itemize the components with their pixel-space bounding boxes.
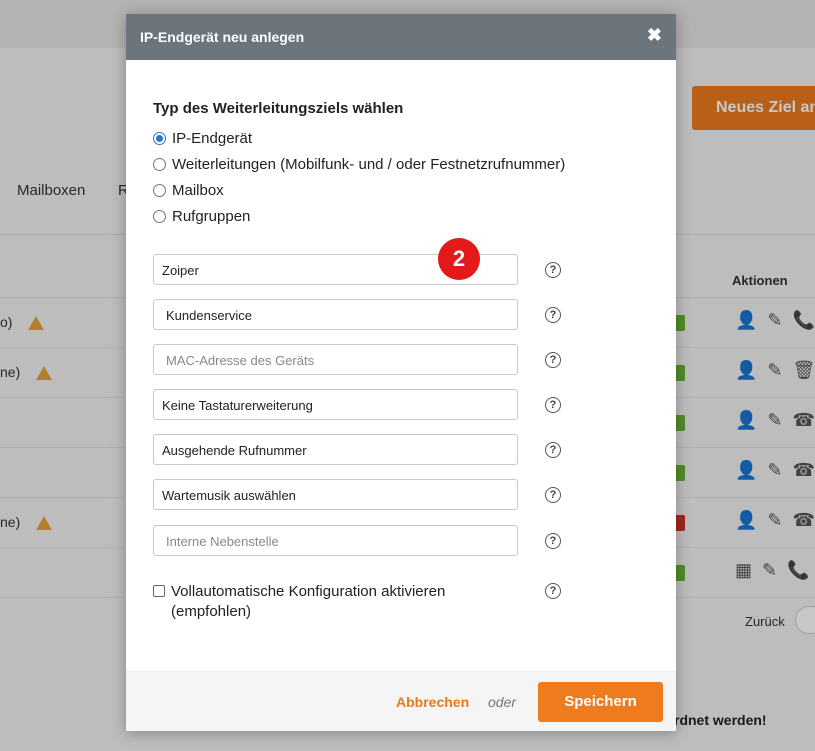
target-type-title: Typ des Weiterleitungsziels wählen <box>153 100 404 117</box>
dialog-title: IP-Endgerät neu anlegen <box>140 29 305 45</box>
radio-mailbox[interactable]: Mailbox <box>153 182 224 199</box>
radio-button[interactable] <box>153 184 166 197</box>
field-placeholder: Interne Nebenstelle <box>166 534 279 549</box>
field-value: Zoiper <box>162 263 199 278</box>
help-icon[interactable]: ? <box>545 307 561 323</box>
hold-music-select[interactable]: Wartemusik auswählen <box>153 479 518 510</box>
auto-config-label: Vollautomatische Konfiguration aktiviere… <box>171 583 446 620</box>
help-icon[interactable]: ? <box>545 442 561 458</box>
field-placeholder: MAC-Adresse des Geräts <box>166 353 315 368</box>
auto-config-checkbox[interactable] <box>153 585 165 597</box>
close-icon[interactable]: ✖ <box>647 25 662 46</box>
cancel-button[interactable]: Abbrechen <box>396 694 469 710</box>
auto-config-checkbox-row[interactable]: Vollautomatische Konfiguration aktiviere… <box>153 582 491 622</box>
create-ip-device-dialog: IP-Endgerät neu anlegen ✖ Typ des Weiter… <box>126 14 676 731</box>
dialog-header: IP-Endgerät neu anlegen ✖ <box>126 14 676 60</box>
keyboard-extension-select[interactable]: Keine Tastaturerweiterung <box>153 389 518 420</box>
help-icon[interactable]: ? <box>545 533 561 549</box>
radio-button[interactable] <box>153 158 166 171</box>
radio-ring-groups[interactable]: Rufgruppen <box>153 208 250 225</box>
help-icon[interactable]: ? <box>545 352 561 368</box>
radio-label: Mailbox <box>172 182 224 199</box>
help-icon[interactable]: ? <box>545 487 561 503</box>
field-value: Ausgehende Rufnummer <box>162 443 307 458</box>
radio-label: IP-Endgerät <box>172 130 253 147</box>
radio-button-checked[interactable] <box>153 132 166 145</box>
radio-label: Weiterleitungen (Mobilfunk- und / oder F… <box>172 156 566 173</box>
internal-extension-input[interactable]: Interne Nebenstelle <box>153 525 518 556</box>
field-value: Kundenservice <box>166 308 252 323</box>
or-text: oder <box>488 694 517 710</box>
radio-forwarding[interactable]: Weiterleitungen (Mobilfunk- und / oder F… <box>153 156 565 173</box>
help-icon[interactable]: ? <box>545 397 561 413</box>
description-input[interactable]: Kundenservice <box>153 299 518 330</box>
field-value: Wartemusik auswählen <box>162 488 296 503</box>
outgoing-number-select[interactable]: Ausgehende Rufnummer <box>153 434 518 465</box>
radio-label: Rufgruppen <box>172 208 251 225</box>
help-icon[interactable]: ? <box>545 262 561 278</box>
radio-button[interactable] <box>153 210 166 223</box>
help-icon[interactable]: ? <box>545 583 561 599</box>
radio-ip-device[interactable]: IP-Endgerät <box>153 130 252 147</box>
save-button[interactable]: Speichern <box>538 682 663 722</box>
field-value: Keine Tastaturerweiterung <box>162 398 313 413</box>
mac-address-input[interactable]: MAC-Adresse des Geräts <box>153 344 518 375</box>
step-number-badge: 2 <box>438 238 480 280</box>
dialog-footer: Abbrechen oder Speichern <box>126 671 676 731</box>
